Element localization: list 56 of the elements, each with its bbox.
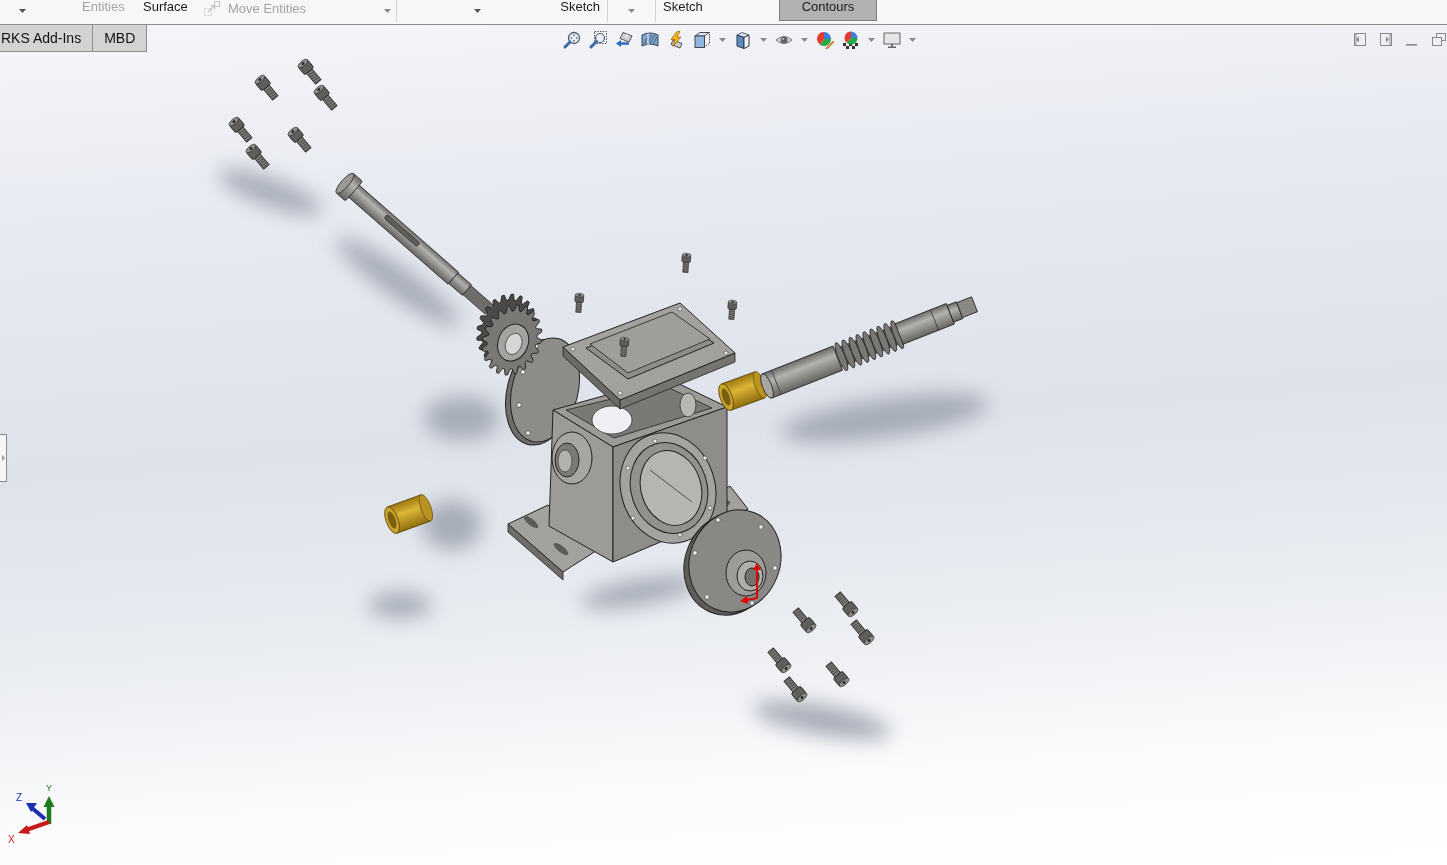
axis-label: Y [46,783,52,793]
shaded-cube-icon[interactable] [734,31,752,49]
screw [834,591,859,618]
y-axis-arrow [43,796,55,824]
caret-icon[interactable] [760,38,767,42]
chevron-icon [1,455,5,461]
part-shadow [422,500,482,550]
panel-handle[interactable] [0,434,7,482]
tab[interactable]: RKS Add-Ins [0,25,94,52]
screw [681,253,692,273]
lightning-icon[interactable] [667,31,685,49]
magnifier-frame-icon[interactable] [589,31,607,49]
origin-marker-icon [740,563,761,604]
screw [783,676,808,703]
caret-icon[interactable] [909,38,916,42]
caret-icon[interactable] [19,9,26,13]
restore-icon[interactable] [1432,33,1446,46]
screw [727,300,738,320]
screw [825,661,850,688]
axis-label: X [8,834,15,844]
caret-icon[interactable] [474,9,481,13]
ribbon-toggle-button[interactable]: Contours [779,0,877,21]
monitor-icon[interactable] [883,31,901,49]
caret-icon[interactable] [628,9,635,13]
screw [619,337,630,357]
caret-icon[interactable] [801,38,808,42]
x-axis-arrow [18,820,50,834]
arrow-icon[interactable] [615,31,633,49]
sphere-floor-icon[interactable] [842,31,860,49]
screw [228,116,253,143]
screw [313,84,338,111]
hatched-surface-icon[interactable] [641,31,659,49]
caret-icon[interactable] [384,9,391,13]
sphere-pencil-icon[interactable] [816,31,834,49]
part-shadow [368,592,432,618]
caret-icon[interactable] [719,38,726,42]
screw [574,293,585,313]
caret-icon[interactable] [868,38,875,42]
ribbon-command[interactable]: Sketch [663,0,703,14]
ribbon-command[interactable]: Surface [143,0,188,14]
bushing [718,371,767,411]
screw [245,143,270,170]
screw [850,619,875,646]
screw [287,126,312,153]
screw [254,74,279,101]
ribbon-command[interactable]: Sketch [560,0,600,14]
tab[interactable]: MBD [93,25,148,52]
axis-label: Z [16,792,23,803]
screw [792,607,817,634]
magnifier-icon[interactable] [563,31,581,49]
panel-left-icon[interactable] [1354,33,1366,46]
panel-right-icon[interactable] [1380,33,1392,46]
z-axis-arrow [26,803,47,821]
cube-icon[interactable] [693,31,711,49]
screw [767,647,792,674]
screw [297,58,322,85]
